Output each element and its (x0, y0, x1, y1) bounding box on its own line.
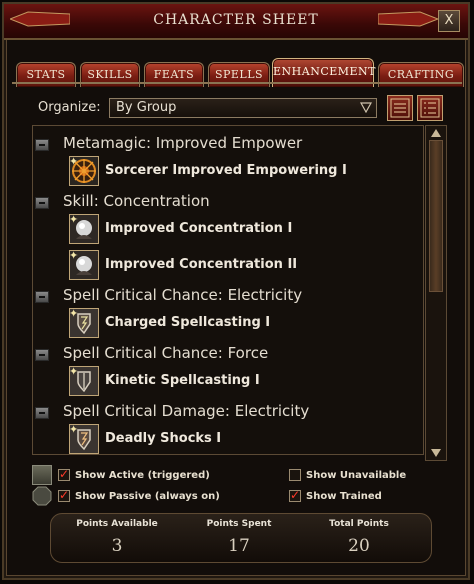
points-panel: Points Available 3 Points Spent 17 Total… (50, 513, 432, 563)
item-label: Improved Concentration I (105, 221, 293, 236)
title-bar[interactable]: CHARACTER SHEET X (4, 4, 468, 40)
list-item[interactable]: ✦ Charged Spellcasting I (69, 308, 399, 342)
list-view-icon (390, 98, 410, 118)
collapse-icon[interactable] (35, 407, 49, 419)
group-header[interactable]: Metamagic: Improved Empower (33, 132, 423, 156)
scroll-thumb[interactable] (429, 140, 443, 292)
collapse-icon[interactable] (35, 291, 49, 303)
passive-enhancement-swatch (32, 486, 52, 506)
collapse-icon[interactable] (35, 139, 49, 151)
group-header[interactable]: Skill: Concentration (33, 190, 423, 214)
list-item[interactable]: ✦ Improved Concentration I (69, 214, 399, 248)
total-points: Total Points 20 (299, 514, 419, 556)
points-spent-label: Points Spent (206, 519, 272, 529)
star-icon: ✦ (69, 424, 79, 436)
enhancement-list[interactable]: Metamagic: Improved Empower ✦ Sorcerer I… (32, 125, 424, 455)
organize-value: By Group (116, 100, 177, 115)
list-item[interactable]: ✦ Deadly Shocks I (69, 424, 399, 454)
organize-dropdown[interactable]: By Group (109, 98, 377, 118)
group-header[interactable]: Spell Critical Chance: Electricity (33, 284, 423, 308)
list-item[interactable]: ✦ Improved Concentration II (69, 250, 399, 284)
group-title: Spell Critical Damage: Electricity (63, 402, 310, 420)
item-label: Improved Concentration II (105, 257, 298, 272)
show-unavailable-checkbox[interactable] (289, 469, 301, 481)
item-label: Kinetic Spellcasting I (105, 373, 260, 388)
points-spent-value: 17 (228, 536, 250, 556)
organize-label: Organize: (38, 100, 101, 115)
list-scrollbar[interactable] (425, 125, 447, 461)
show-unavailable-label: Show Unavailable (306, 470, 407, 481)
shield-icon: ✦ (69, 424, 99, 454)
close-button[interactable]: X (438, 10, 460, 32)
points-available: Points Available 3 (57, 514, 177, 556)
group-header[interactable]: Spell Critical Damage: Electricity (33, 400, 423, 424)
show-passive-label: Show Passive (always on) (75, 491, 220, 502)
collapse-icon[interactable] (35, 349, 49, 361)
star-icon: ✦ (69, 366, 79, 378)
show-active-checkbox[interactable] (58, 467, 70, 481)
star-icon: ✦ (69, 308, 79, 320)
active-enhancement-swatch (32, 465, 52, 485)
right-wing-ornament (378, 11, 438, 27)
star-icon: ✦ (69, 250, 79, 262)
star-icon: ✦ (69, 214, 79, 226)
sunburst-icon: ✦ (69, 156, 99, 186)
show-passive-checkbox[interactable] (58, 488, 70, 502)
tab-underline (12, 82, 462, 84)
item-label: Sorcerer Improved Empowering I (105, 163, 347, 178)
detail-view-button[interactable] (417, 95, 443, 121)
total-points-value: 20 (348, 536, 370, 556)
group-header[interactable]: Spell Critical Chance: Force (33, 342, 423, 366)
scroll-down-icon[interactable] (430, 448, 442, 458)
show-trained-checkbox[interactable] (289, 488, 301, 502)
orb-icon: ✦ (69, 214, 99, 244)
shield-icon: ✦ (69, 366, 99, 396)
star-icon: ✦ (69, 156, 79, 168)
shield-icon: ✦ (69, 308, 99, 338)
chevron-down-icon (360, 102, 372, 113)
points-spent: Points Spent 17 (179, 514, 299, 556)
group-title: Spell Critical Chance: Force (63, 344, 269, 362)
list-item[interactable]: ✦ Kinetic Spellcasting I (69, 366, 399, 400)
group-title: Skill: Concentration (63, 192, 210, 210)
show-active-label: Show Active (triggered) (75, 470, 210, 481)
list-view-button[interactable] (387, 95, 413, 121)
item-label: Charged Spellcasting I (105, 315, 271, 330)
points-available-value: 3 (111, 536, 123, 556)
points-available-label: Points Available (76, 519, 158, 529)
total-points-label: Total Points (329, 519, 389, 529)
show-trained-label: Show Trained (306, 491, 382, 502)
detail-view-icon (420, 98, 440, 118)
list-item[interactable]: ✦ Sorcerer Improved Empowering I (69, 156, 399, 190)
group-title: Spell Critical Chance: Electricity (63, 286, 303, 304)
group-title: Metamagic: Improved Empower (63, 134, 303, 152)
item-label: Deadly Shocks I (105, 431, 222, 446)
scroll-up-icon[interactable] (430, 128, 442, 138)
orb-icon: ✦ (69, 250, 99, 280)
collapse-icon[interactable] (35, 197, 49, 209)
